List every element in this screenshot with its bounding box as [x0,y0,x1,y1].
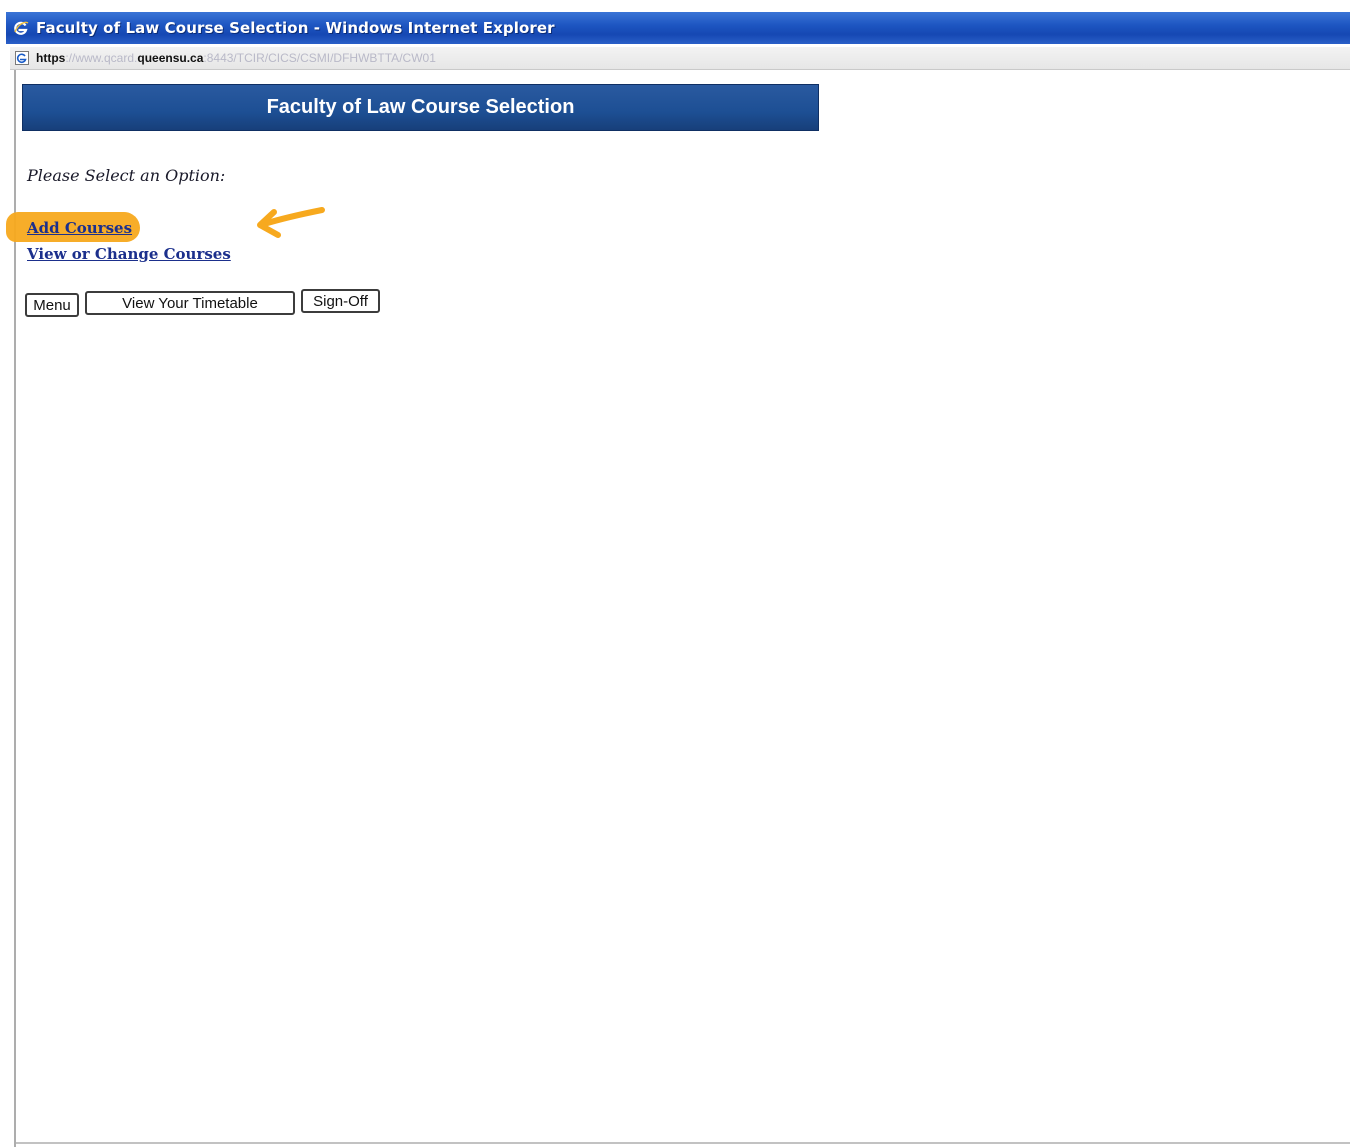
ie-page-icon [14,50,30,66]
page-banner: Faculty of Law Course Selection [22,84,819,131]
browser-window: Faculty of Law Course Selection - Window… [0,0,1350,1147]
sign-off-button[interactable]: Sign-Off [301,289,380,313]
view-timetable-button[interactable]: View Your Timetable [85,291,295,315]
address-bar[interactable]: https://www.qcard. queensu.ca:8443/TCIR/C… [10,47,1350,70]
ie-logo-icon [12,19,30,37]
page-title: Faculty of Law Course Selection [266,96,575,118]
add-courses-link[interactable]: Add Courses [27,219,132,237]
page-bottom-edge [16,1142,1350,1144]
window-title: Faculty of Law Course Selection - Window… [36,19,555,37]
option-prompt: Please Select an Option: [27,166,226,185]
url-prefix: ://www.qcard. [65,51,138,65]
url-scheme: https [36,51,66,65]
url-host: queensu.ca [137,51,204,65]
menu-button[interactable]: Menu [25,293,79,317]
hand-drawn-arrow-icon [257,207,325,238]
view-change-courses-link[interactable]: View or Change Courses [27,245,231,263]
window-titlebar[interactable]: Faculty of Law Course Selection - Window… [6,12,1350,44]
url-path: :8443/TCIR/CICS/CSMI/DFHWBTTA/CW01 [203,51,436,65]
